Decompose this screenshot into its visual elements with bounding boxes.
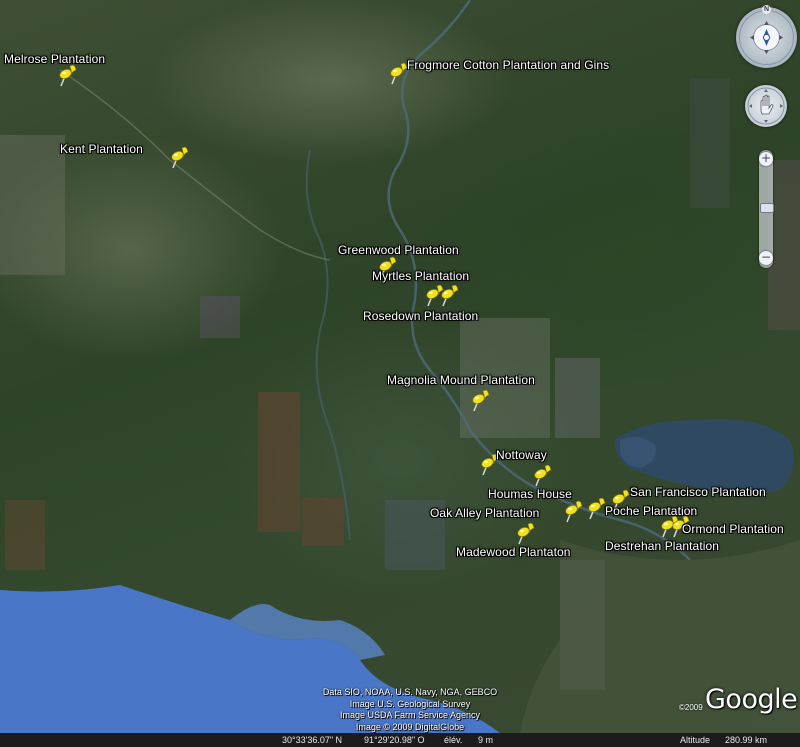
placemark-label[interactable]: Greenwood Plantation [338, 243, 459, 257]
red-river [59, 69, 331, 261]
placemark-label[interactable]: Frogmore Cotton Plantation and Gins [407, 58, 609, 72]
placemark-label[interactable]: Oak Alley Plantation [430, 506, 539, 520]
hand-icon [747, 87, 785, 125]
placemark-label[interactable]: Magnolia Mound Plantation [387, 373, 535, 387]
land-tile [690, 78, 730, 208]
imagery-credits: Data SIO, NOAA, U.S. Navy, NGA, GEBCO Im… [300, 687, 520, 733]
placemark-label[interactable]: Kent Plantation [60, 142, 143, 156]
copyright-year: ©2009 [679, 703, 703, 712]
altitude-readout: 280.99 km [725, 735, 768, 745]
credit-line: Image U.S. Geological Survey [349, 698, 471, 709]
look-compass-control[interactable] [736, 7, 797, 68]
placemark-pin-icon[interactable] [167, 144, 189, 170]
north-indicator[interactable]: N [762, 5, 771, 14]
placemark-label[interactable]: Houmas House [488, 487, 572, 501]
placemark-label[interactable]: Rosedown Plantation [363, 309, 478, 323]
status-bar: 30°33'36.07" N 91°29'20.98" O élév. 9 m … [0, 733, 800, 747]
elevation-label: élév. [444, 735, 463, 745]
placemark-pin-icon[interactable] [437, 282, 459, 308]
land-tile [555, 358, 600, 438]
land-tile [258, 392, 300, 532]
placemark-pin-icon[interactable] [561, 498, 583, 524]
google-logo: Google [705, 684, 798, 715]
credit-line: Image USDA Farm Service Agency [339, 710, 481, 720]
placemark-label[interactable]: San Francisco Plantation [630, 485, 766, 499]
altitude-label: Altitude [680, 735, 711, 745]
land-tile [5, 500, 45, 570]
placemark-pin-icon[interactable] [468, 387, 490, 413]
placemark-label[interactable]: Madewood Plantaton [456, 545, 571, 559]
satellite-map[interactable]: Melrose Plantation Frogmore Cotton Plant… [0, 0, 800, 733]
placemark-pin-icon[interactable] [513, 520, 535, 546]
land-tile [0, 135, 65, 275]
placemark-label[interactable]: Destrehan Plantation [605, 539, 719, 553]
land-tile [200, 296, 240, 338]
terrain-layer [0, 0, 800, 733]
zoom-slider-handle[interactable] [760, 203, 774, 213]
placemark-pin-icon[interactable] [584, 495, 606, 521]
atchafalaya-river [305, 149, 351, 541]
land-tile [302, 498, 344, 546]
zoom-in-button[interactable]: + [759, 152, 773, 166]
placemark-pin-icon[interactable] [530, 462, 552, 488]
placemark-label[interactable]: Ormond Plantation [682, 522, 784, 536]
credit-line: Data SIO, NOAA, U.S. Navy, NGA, GEBCO [322, 687, 498, 697]
longitude-readout: 91°29'20.98" O [364, 735, 425, 745]
move-pan-control[interactable] [745, 85, 787, 127]
placemark-label[interactable]: Nottoway [496, 448, 547, 462]
zoom-out-button[interactable]: − [759, 251, 773, 265]
placemark-label[interactable]: Poche Plantation [605, 504, 697, 518]
compass-icon [739, 10, 794, 65]
latitude-readout: 30°33'36.07" N [282, 735, 343, 745]
placemark-label[interactable]: Myrtles Plantation [372, 269, 469, 283]
placemark-label[interactable]: Melrose Plantation [4, 52, 105, 66]
placemark-pin-icon[interactable] [386, 60, 408, 86]
credit-line: Image © 2009 DigitalGlobe [355, 721, 465, 732]
elevation-readout: 9 m [478, 735, 494, 745]
